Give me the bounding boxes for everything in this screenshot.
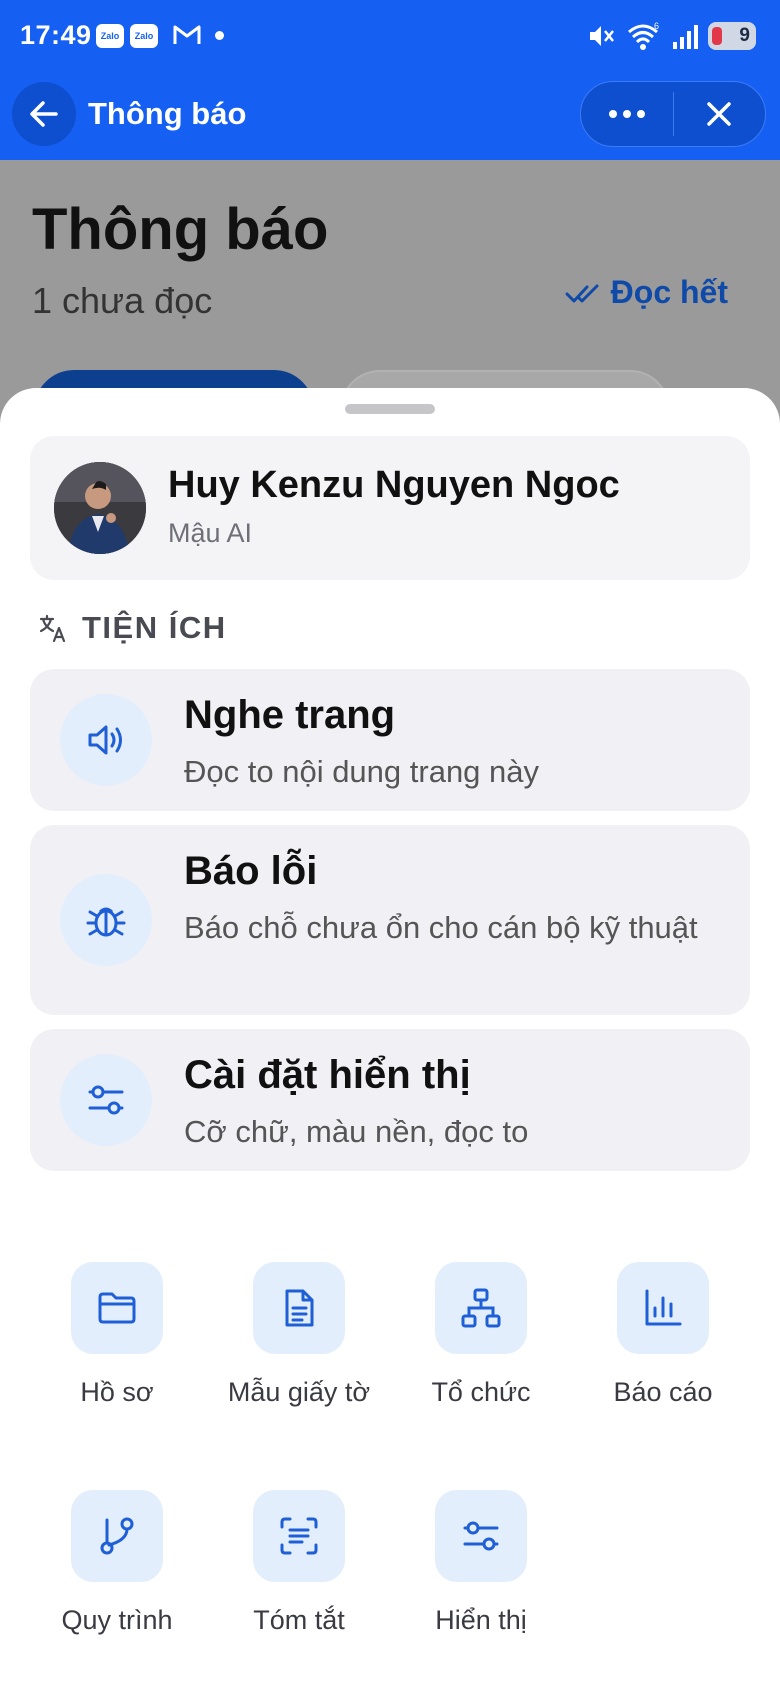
- report-bug-card[interactable]: Báo lỗi Báo chỗ chưa ổn cho cán bộ kỹ th…: [30, 825, 750, 1015]
- battery-icon: 9: [708, 22, 756, 50]
- card-title: Báo lỗi: [184, 849, 318, 893]
- display-settings-card[interactable]: Cài đặt hiển thị Cỡ chữ, màu nền, đọc to: [30, 1029, 750, 1171]
- grid-item-summary[interactable]: Tóm tắt: [219, 1490, 379, 1644]
- speaker-icon: [60, 694, 152, 786]
- grid-item-display[interactable]: Hiển thị: [401, 1490, 561, 1644]
- page-title: Thông báo: [32, 197, 329, 262]
- read-all-button[interactable]: Đọc hết: [565, 274, 728, 311]
- close-button[interactable]: [674, 82, 766, 146]
- document-icon: [253, 1262, 345, 1354]
- avatar: [54, 462, 146, 554]
- notification-dot-icon: [215, 31, 224, 40]
- mute-vibrate-icon: [590, 26, 614, 46]
- grid-item-workflow[interactable]: Quy trình: [37, 1490, 197, 1644]
- bar-chart-icon: [617, 1262, 709, 1354]
- scan-text-icon: [253, 1490, 345, 1582]
- card-title: Nghe trang: [184, 693, 396, 737]
- bottom-sheet: Huy Kenzu Nguyen Ngoc Mậu AI TIỆN ÍCH Ng…: [0, 388, 780, 1690]
- sliders-icon: [435, 1490, 527, 1582]
- translate-icon: [39, 614, 66, 643]
- user-organization: Mậu AI: [168, 518, 253, 548]
- double-check-icon: [565, 284, 599, 302]
- card-subtitle: Cỡ chữ, màu nền, đọc to: [184, 1114, 529, 1149]
- listen-page-card[interactable]: Nghe trang Đọc to nội dung trang này: [30, 669, 750, 811]
- grid-item-label: Tổ chức: [431, 1377, 531, 1407]
- grid-item-label: Tóm tắt: [253, 1605, 345, 1635]
- grid-item-organization[interactable]: Tổ chức: [401, 1262, 561, 1416]
- zalo-notification-icon: Zalo: [96, 24, 124, 48]
- section-label: TIỆN ÍCH: [82, 610, 227, 645]
- more-button[interactable]: [581, 82, 673, 146]
- app-bar-title: Thông báo: [88, 96, 247, 131]
- wifi-icon: 6: [628, 21, 659, 50]
- zalo-notification-icon: Zalo: [130, 24, 158, 48]
- app-bar: Thông báo: [0, 72, 780, 160]
- bug-icon: [60, 874, 152, 966]
- battery-level: 9: [739, 25, 750, 46]
- org-chart-icon: [435, 1262, 527, 1354]
- section-header: TIỆN ÍCH: [38, 610, 227, 646]
- mini-app-capsule: [580, 81, 766, 147]
- unread-count: 1 chưa đọc: [32, 280, 213, 321]
- card-title: Cài đặt hiển thị: [184, 1053, 471, 1097]
- close-icon: [707, 102, 731, 126]
- card-subtitle: Báo chỗ chưa ổn cho cán bộ kỹ thuật: [184, 910, 698, 945]
- user-card: Huy Kenzu Nguyen Ngoc Mậu AI: [30, 436, 750, 580]
- read-all-label: Đọc hết: [610, 274, 728, 310]
- grid-item-label: Quy trình: [61, 1605, 173, 1635]
- svg-text:6: 6: [654, 21, 659, 31]
- grid-item-label: Hồ sơ: [80, 1377, 154, 1407]
- status-bar: 17:49 Zalo Zalo 6 9: [0, 0, 780, 72]
- grid-item-label: Hiển thị: [435, 1605, 527, 1635]
- gmail-icon: [173, 25, 201, 44]
- back-button[interactable]: [12, 82, 76, 146]
- grid-item-label: Mẫu giấy tờ: [227, 1377, 371, 1407]
- workflow-icon: [71, 1490, 163, 1582]
- status-time: 17:49: [20, 20, 92, 50]
- arrow-left-icon: [30, 101, 58, 127]
- sliders-icon: [60, 1054, 152, 1146]
- grid-item-reports[interactable]: Báo cáo: [583, 1262, 743, 1416]
- grid-item-records[interactable]: Hồ sơ: [37, 1262, 197, 1416]
- user-name: Huy Kenzu Nguyen Ngoc: [168, 464, 620, 506]
- more-dots-icon: [608, 110, 645, 118]
- grid-item-templates[interactable]: Mẫu giấy tờ: [219, 1262, 379, 1416]
- card-subtitle: Đọc to nội dung trang này: [184, 754, 540, 789]
- folder-icon: [71, 1262, 163, 1354]
- sheet-drag-handle[interactable]: [345, 404, 435, 414]
- status-icons: 6 9: [586, 18, 756, 54]
- signal-icon: [673, 25, 698, 49]
- user-photo-icon: [54, 462, 146, 554]
- grid-item-label: Báo cáo: [613, 1377, 713, 1407]
